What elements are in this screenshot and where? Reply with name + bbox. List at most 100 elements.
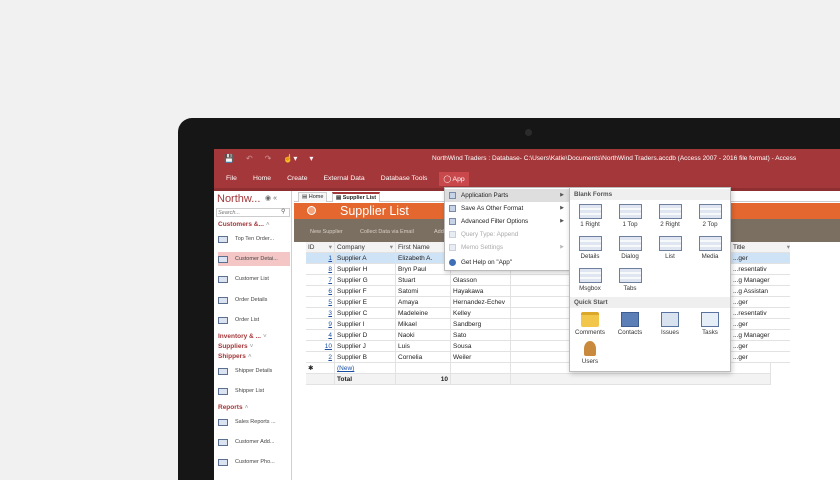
cell-title[interactable]: ...g Manager	[730, 275, 790, 286]
cell-company[interactable]: Supplier G	[335, 275, 396, 285]
nav-item-customer-address[interactable]: Customer Add...	[218, 435, 290, 449]
customize-qat-icon[interactable]: ▾	[309, 154, 313, 163]
nav-item-customer-phone[interactable]: Customer Pho...	[218, 455, 290, 469]
add-button[interactable]: Add	[434, 229, 444, 235]
redo-icon[interactable]: ↷	[265, 154, 272, 163]
cell-id[interactable]: 3	[306, 308, 335, 318]
tab-database-tools[interactable]: Database Tools	[381, 175, 428, 182]
cell-first-name[interactable]: Satomi	[396, 286, 451, 296]
nav-pane-title[interactable]: Northw...	[217, 193, 260, 205]
col-header-id[interactable]: ID ▾	[306, 242, 335, 252]
menu-item-get-help[interactable]: Get Help on "App"	[445, 256, 569, 269]
nav-group-shippers[interactable]: Shippers ˄	[218, 353, 252, 360]
col-header-title[interactable]: Title ▾	[730, 242, 790, 253]
cell-first-name[interactable]: Bryn Paul	[396, 264, 451, 274]
nav-item-customer-details[interactable]: Customer Detai...	[218, 252, 290, 266]
nav-collapse-icon[interactable]: «	[273, 195, 277, 202]
cell-first-name[interactable]: Cornelia	[396, 352, 451, 362]
cell-title[interactable]: ...g Assistan	[730, 286, 790, 297]
cell-last-name[interactable]: Hernandez-Echev	[451, 297, 511, 307]
col-header-first-name[interactable]: First Name	[396, 242, 451, 252]
cell-company[interactable]: Supplier B	[335, 352, 396, 362]
blank-form-details[interactable]: Details	[571, 236, 609, 260]
tab-create[interactable]: Create	[287, 175, 307, 182]
cell-title[interactable]: ...ger	[730, 319, 790, 330]
quick-start-comments[interactable]: Comments	[571, 312, 609, 336]
cell-last-name[interactable]: Sousa	[451, 341, 511, 351]
cell-title[interactable]: ...resentativ	[730, 264, 790, 275]
cell-title[interactable]: ...ger	[730, 297, 790, 308]
quick-start-tasks[interactable]: Tasks	[691, 312, 729, 336]
blank-form-msgbox[interactable]: Msgbox	[571, 268, 609, 292]
tab-home[interactable]: Home	[253, 175, 271, 182]
undo-icon[interactable]: ↶	[246, 154, 253, 163]
cell-id[interactable]: 2	[306, 352, 335, 362]
nav-item-customer-list[interactable]: Customer List	[218, 272, 290, 286]
cell-last-name[interactable]: Glasson	[451, 275, 511, 285]
cell-title[interactable]: ...ger	[730, 253, 790, 264]
cell-last-name[interactable]: Weiler	[451, 352, 511, 362]
new-record-link[interactable]: (New)	[335, 363, 396, 373]
cell-company[interactable]: Supplier E	[335, 297, 396, 307]
cell-title[interactable]: ...ger	[730, 352, 790, 363]
cell-first-name[interactable]: Stuart	[396, 275, 451, 285]
cell-company[interactable]: Supplier A	[335, 253, 396, 263]
cell-id[interactable]: 8	[306, 264, 335, 274]
new-supplier-button[interactable]: New Supplier	[310, 229, 343, 235]
blank-form-tabs[interactable]: Tabs	[611, 268, 649, 292]
cell-company[interactable]: Supplier J	[335, 341, 396, 351]
cell-first-name[interactable]: Amaya	[396, 297, 451, 307]
search-icon[interactable]: ⚲	[281, 208, 290, 215]
nav-item-order-details[interactable]: Order Details	[218, 293, 290, 307]
nav-group-inventory[interactable]: Inventory & ... ˅	[218, 333, 267, 340]
cell-last-name[interactable]: Sato	[451, 330, 511, 340]
blank-form-media[interactable]: Media	[691, 236, 729, 260]
cell-last-name[interactable]: Sandberg	[451, 319, 511, 329]
menu-item-advanced-filter-options[interactable]: Advanced Filter Options ▶	[445, 215, 569, 228]
nav-group-customers[interactable]: Customers &... ˄	[218, 221, 270, 228]
cell-title[interactable]: ...resentativ	[730, 308, 790, 319]
nav-search-input[interactable]: Search...	[216, 208, 290, 217]
cell-first-name[interactable]: Luis	[396, 341, 451, 351]
nav-item-shipper-details[interactable]: Shipper Details	[218, 364, 290, 378]
blank-form-list[interactable]: List	[651, 236, 689, 260]
cell-company[interactable]: Supplier D	[335, 330, 396, 340]
nav-item-sales-reports[interactable]: Sales Reports ...	[218, 415, 290, 429]
nav-group-reports[interactable]: Reports ˄	[218, 404, 248, 411]
doc-tab-home[interactable]: ▤ Home	[298, 192, 328, 202]
cell-id[interactable]: 10	[306, 341, 335, 351]
cell-first-name[interactable]: Madeleine	[396, 308, 451, 318]
sort-dropdown-icon[interactable]: ▾	[787, 242, 790, 252]
tab-file[interactable]: File	[226, 175, 237, 182]
cell-company[interactable]: Supplier I	[335, 319, 396, 329]
cell-last-name[interactable]: Hayakawa	[451, 286, 511, 296]
blank-form-dialog[interactable]: Dialog	[611, 236, 649, 260]
cell-id[interactable]: 4	[306, 330, 335, 340]
blank-form-1-right[interactable]: 1 Right	[571, 204, 609, 228]
cell-company[interactable]: Supplier C	[335, 308, 396, 318]
cell-first-name[interactable]: Naoki	[396, 330, 451, 340]
quick-start-contacts[interactable]: Contacts	[611, 312, 649, 336]
cell-title[interactable]: ...g Manager	[730, 330, 790, 341]
cell-id[interactable]: 1	[306, 253, 335, 263]
cell-id[interactable]: 6	[306, 286, 335, 296]
cell-id[interactable]: 9	[306, 319, 335, 329]
cell-first-name[interactable]: Mikael	[396, 319, 451, 329]
tab-app[interactable]: ◯ App	[439, 171, 469, 186]
cell-company[interactable]: Supplier H	[335, 264, 396, 274]
doc-tab-supplier-list[interactable]: ▤ Supplier List	[332, 192, 381, 202]
menu-item-application-parts[interactable]: Application Parts ▶	[445, 189, 569, 202]
save-icon[interactable]: 💾	[224, 154, 234, 163]
blank-form-2-top[interactable]: 2 Top	[691, 204, 729, 228]
cell-title[interactable]: ...ger	[730, 341, 790, 352]
blank-form-1-top[interactable]: 1 Top	[611, 204, 649, 228]
col-header-company[interactable]: Company ▾	[335, 242, 396, 252]
quick-start-users[interactable]: Users	[571, 341, 609, 365]
nav-group-suppliers[interactable]: Suppliers ˅	[218, 343, 253, 350]
menu-item-save-as-other-format[interactable]: Save As Other Format ▶	[445, 202, 569, 215]
cell-company[interactable]: Supplier F	[335, 286, 396, 296]
cell-id[interactable]: 5	[306, 297, 335, 307]
sort-dropdown-icon[interactable]: ▾	[390, 242, 393, 252]
touch-mode-icon[interactable]: ☝▾	[283, 154, 297, 163]
cell-last-name[interactable]: Kelley	[451, 308, 511, 318]
